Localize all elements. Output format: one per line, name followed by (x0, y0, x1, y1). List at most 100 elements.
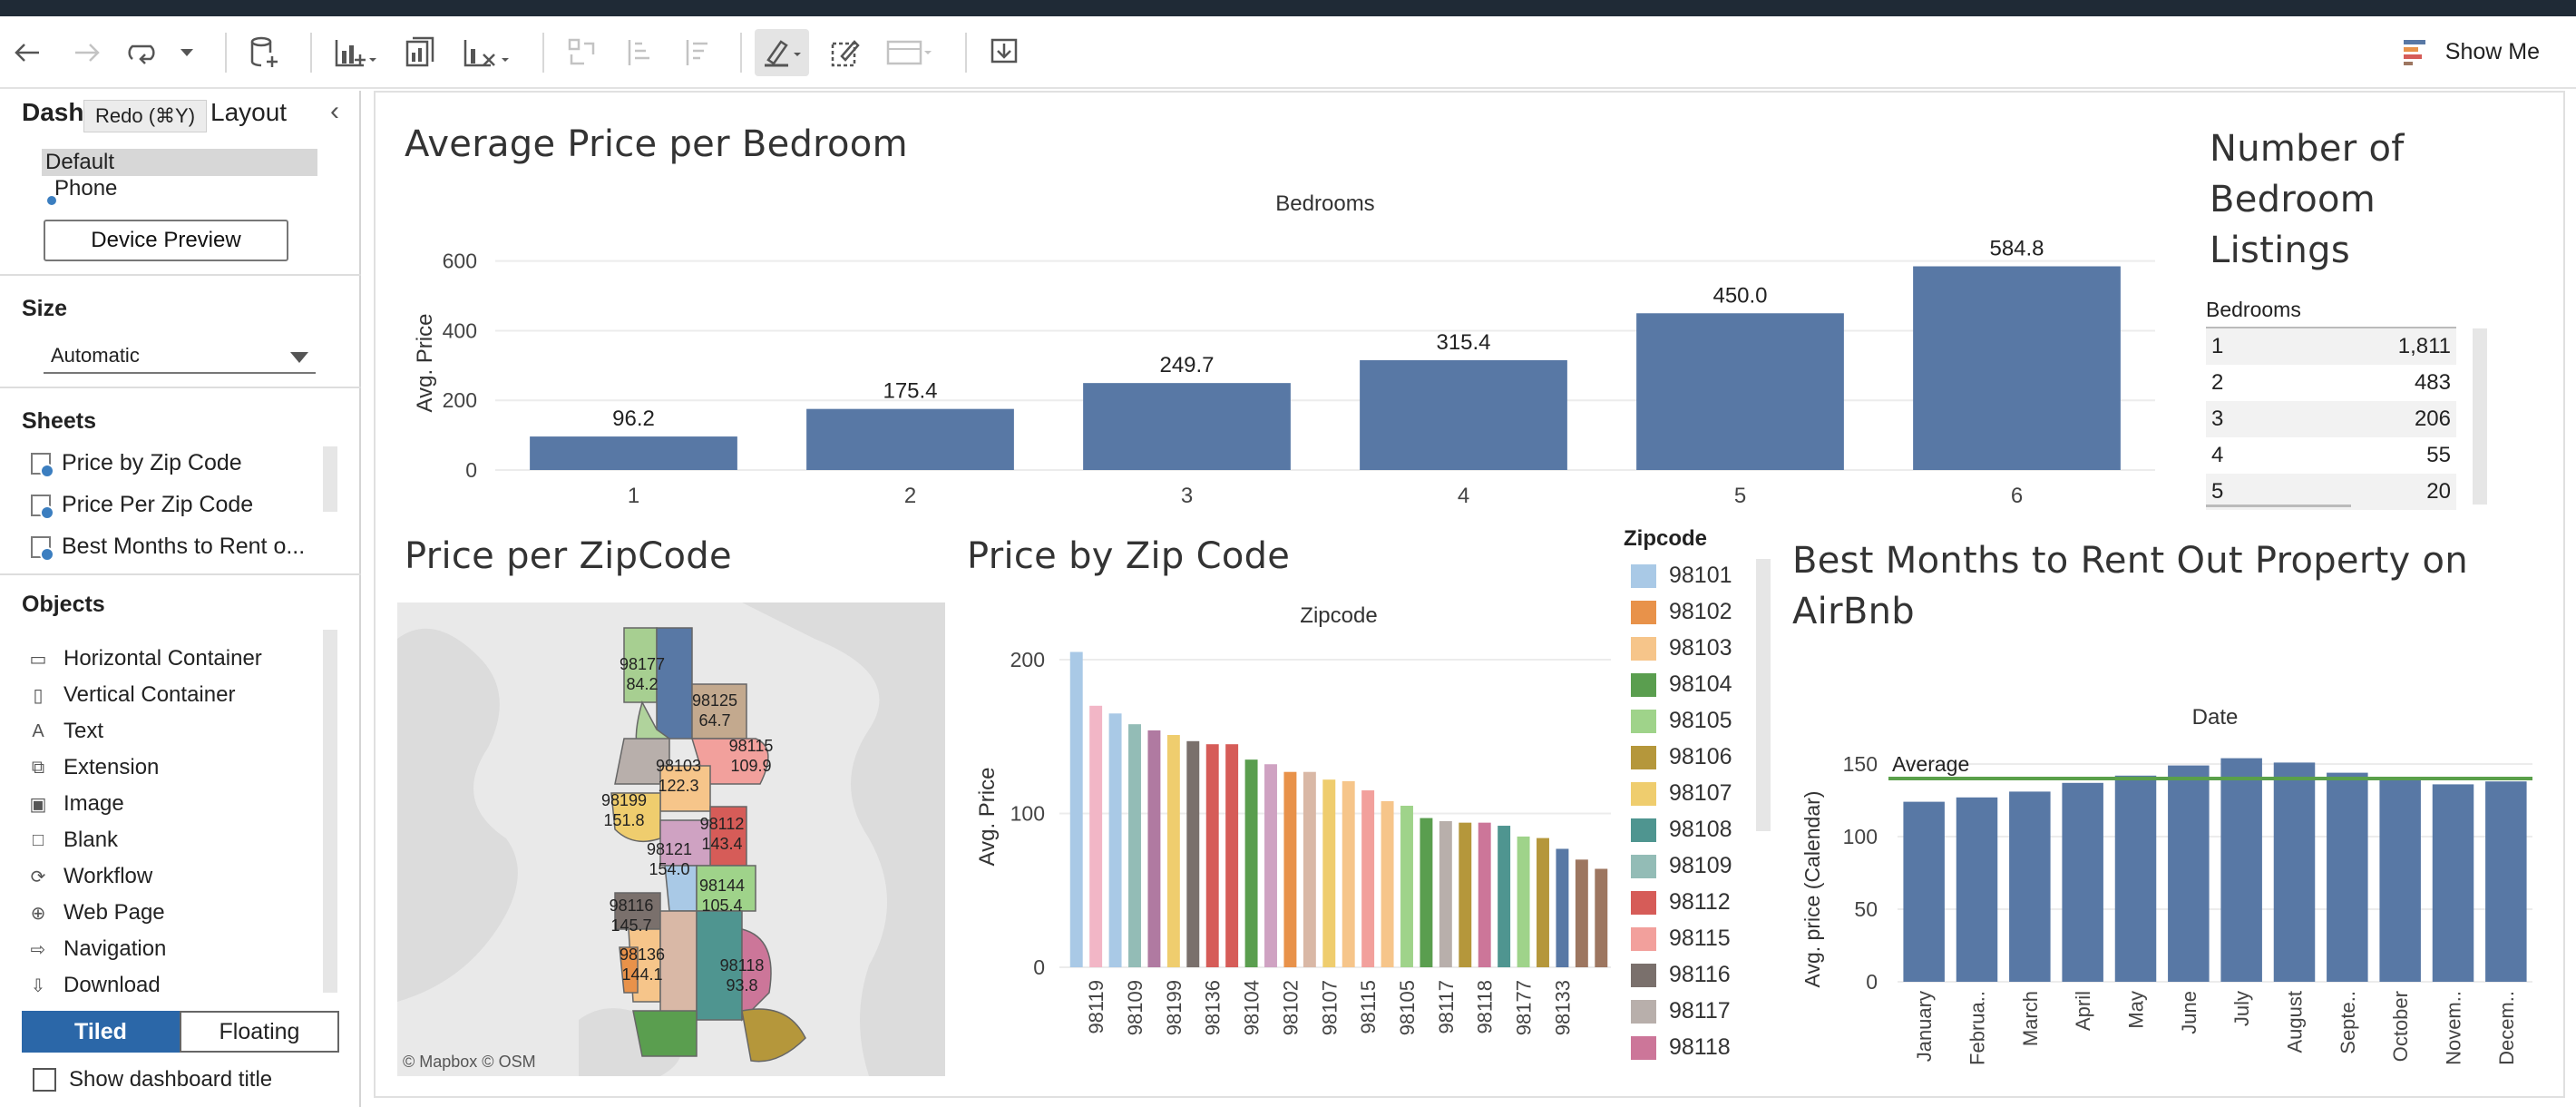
zipcode-map[interactable]: 98177 84.2 98125 64.7 98115 109.9 98103 122.3 98… (397, 602, 945, 1076)
object-label: Web Page (63, 900, 165, 925)
swap-rows-columns-icon[interactable] (562, 29, 602, 76)
legend-item[interactable]: 98115 (1631, 926, 1731, 952)
download-icon[interactable] (983, 29, 1025, 76)
objects-scrollbar[interactable] (323, 630, 337, 993)
clear-sheet-icon[interactable] (459, 29, 515, 76)
show-me-button[interactable]: Show Me (2402, 38, 2540, 65)
object-vertical-container[interactable]: ▯ Vertical Container (27, 682, 235, 708)
collapse-pane-icon[interactable]: ‹ (330, 96, 339, 127)
redo-icon[interactable] (69, 29, 105, 76)
map-value-label: 64.7 (698, 711, 730, 730)
x-tick-label: 98107 (1318, 980, 1341, 1035)
map-zip-label: 98116 (610, 896, 654, 915)
legend-label: 98115 (1669, 926, 1731, 951)
bar (1244, 759, 1258, 967)
annotate-icon[interactable] (825, 29, 865, 76)
y-tick-label: 50 (1854, 897, 1878, 921)
device-phone[interactable]: Phone (54, 176, 117, 201)
sheet-item[interactable]: Price by Zip Code (31, 450, 242, 478)
bar (1128, 724, 1141, 967)
show-dashboard-title-checkbox[interactable]: Show dashboard title (33, 1067, 272, 1092)
x-tick-label: 1 (628, 484, 639, 508)
legend-item[interactable]: 98116 (1631, 962, 1731, 988)
bar (2009, 791, 2051, 982)
zip-chart-ylabel: Avg. Price (975, 768, 1000, 867)
map-zip-label: 98199 (601, 791, 647, 809)
sheets-scrollbar[interactable] (323, 446, 337, 512)
sort-descending-icon[interactable] (678, 29, 718, 76)
replay-dropdown-icon[interactable] (176, 29, 198, 76)
legend-item[interactable]: 98118 (1631, 1034, 1731, 1061)
legend-swatch (1631, 1035, 1656, 1060)
object-horizontal-container[interactable]: ▭ Horizontal Container (27, 646, 262, 671)
bar (1478, 822, 1491, 967)
legend-item[interactable]: 98107 (1631, 780, 1732, 807)
bar (1956, 797, 1998, 982)
sort-ascending-icon[interactable] (620, 29, 660, 76)
legend-label: 98103 (1669, 635, 1732, 661)
map-zip-label: 98121 (647, 840, 692, 858)
legend-item[interactable]: 98108 (1631, 817, 1732, 843)
legend-item[interactable]: 98104 (1631, 671, 1732, 698)
object-extension[interactable]: ⧉ Extension (27, 755, 160, 780)
map-zip-label: 98118 (720, 956, 765, 975)
legend-item[interactable]: 98103 (1631, 635, 1732, 661)
bar-value-label: 584.8 (1989, 237, 2044, 261)
map-value-label: 143.4 (701, 835, 742, 853)
device-preview-button[interactable]: Device Preview (44, 220, 288, 261)
tab-layout[interactable]: Layout (210, 98, 287, 127)
legend-item[interactable]: 98112 (1631, 889, 1731, 916)
object-download[interactable]: ⇩ Download (27, 973, 161, 998)
object-workflow[interactable]: ⟳ Workflow (27, 864, 153, 889)
legend-swatch (1631, 999, 1656, 1024)
legend-swatch (1631, 563, 1656, 588)
tiled-button[interactable]: Tiled (22, 1011, 180, 1053)
listings-hscrollbar[interactable] (2206, 505, 2351, 507)
legend-item[interactable]: 98109 (1631, 853, 1732, 879)
bar (1225, 744, 1239, 967)
legend-label: 98102 (1669, 599, 1732, 624)
highlight-icon[interactable] (755, 29, 809, 76)
object-navigation[interactable]: ⇨ Navigation (27, 936, 167, 962)
x-tick-label: Novem.. (2443, 991, 2465, 1065)
object-web-page[interactable]: ⊕ Web Page (27, 900, 165, 926)
object-image[interactable]: ▣ Image (27, 791, 124, 817)
device-default[interactable]: Default (42, 149, 317, 176)
legend-item[interactable]: 98106 (1631, 744, 1732, 770)
bar (1283, 771, 1297, 967)
size-dropdown[interactable]: Automatic (44, 338, 316, 374)
legend-item[interactable]: 98105 (1631, 708, 1732, 734)
new-worksheet-icon[interactable] (330, 29, 381, 76)
new-data-source-icon[interactable] (245, 29, 285, 76)
bar (2379, 779, 2421, 982)
listings-scrollbar[interactable] (2473, 328, 2487, 505)
object-text[interactable]: A Text (27, 719, 103, 744)
bar (1400, 806, 1413, 967)
legend-item[interactable]: 98117 (1631, 998, 1731, 1024)
object-blank[interactable]: □ Blank (27, 828, 118, 853)
bar (1381, 800, 1394, 967)
sheet-item[interactable]: Best Months to Rent o... (31, 534, 305, 562)
y-tick-label: 200 (1010, 648, 1045, 671)
sheet-item[interactable]: Price Per Zip Code (31, 492, 253, 520)
legend-swatch (1631, 672, 1656, 697)
map-attribution: © Mapbox © OSM (403, 1053, 536, 1071)
listings-table-body: 1 1,811 2 483 3 206 4 55 5 20 (2206, 328, 2456, 510)
bar (1147, 730, 1161, 967)
duplicate-sheet-icon[interactable] (401, 29, 441, 76)
fit-icon[interactable] (882, 29, 938, 76)
legend-item[interactable]: 98102 (1631, 599, 1732, 625)
legend-item[interactable]: 98101 (1631, 563, 1732, 589)
floating-button[interactable]: Floating (180, 1011, 339, 1053)
bedroom-chart-subtitle: Bedrooms (1275, 191, 1374, 216)
undo-icon[interactable] (9, 29, 45, 76)
legend-scrollbar[interactable] (1756, 559, 1771, 831)
zipcode-bar-chart: Zipcode Avg. Price 0 100 200 98119 98109 98199 9… (975, 603, 1611, 1035)
table-row: 3 206 (2206, 401, 2456, 437)
legend-label: 98118 (1669, 1034, 1731, 1060)
bar (2327, 772, 2368, 982)
bedroom-chart-title: Average Price per Bedroom (405, 123, 908, 165)
replay-icon[interactable] (123, 29, 165, 76)
x-tick-label: 98118 (1474, 980, 1497, 1034)
y-tick-label: 0 (1866, 970, 1878, 994)
